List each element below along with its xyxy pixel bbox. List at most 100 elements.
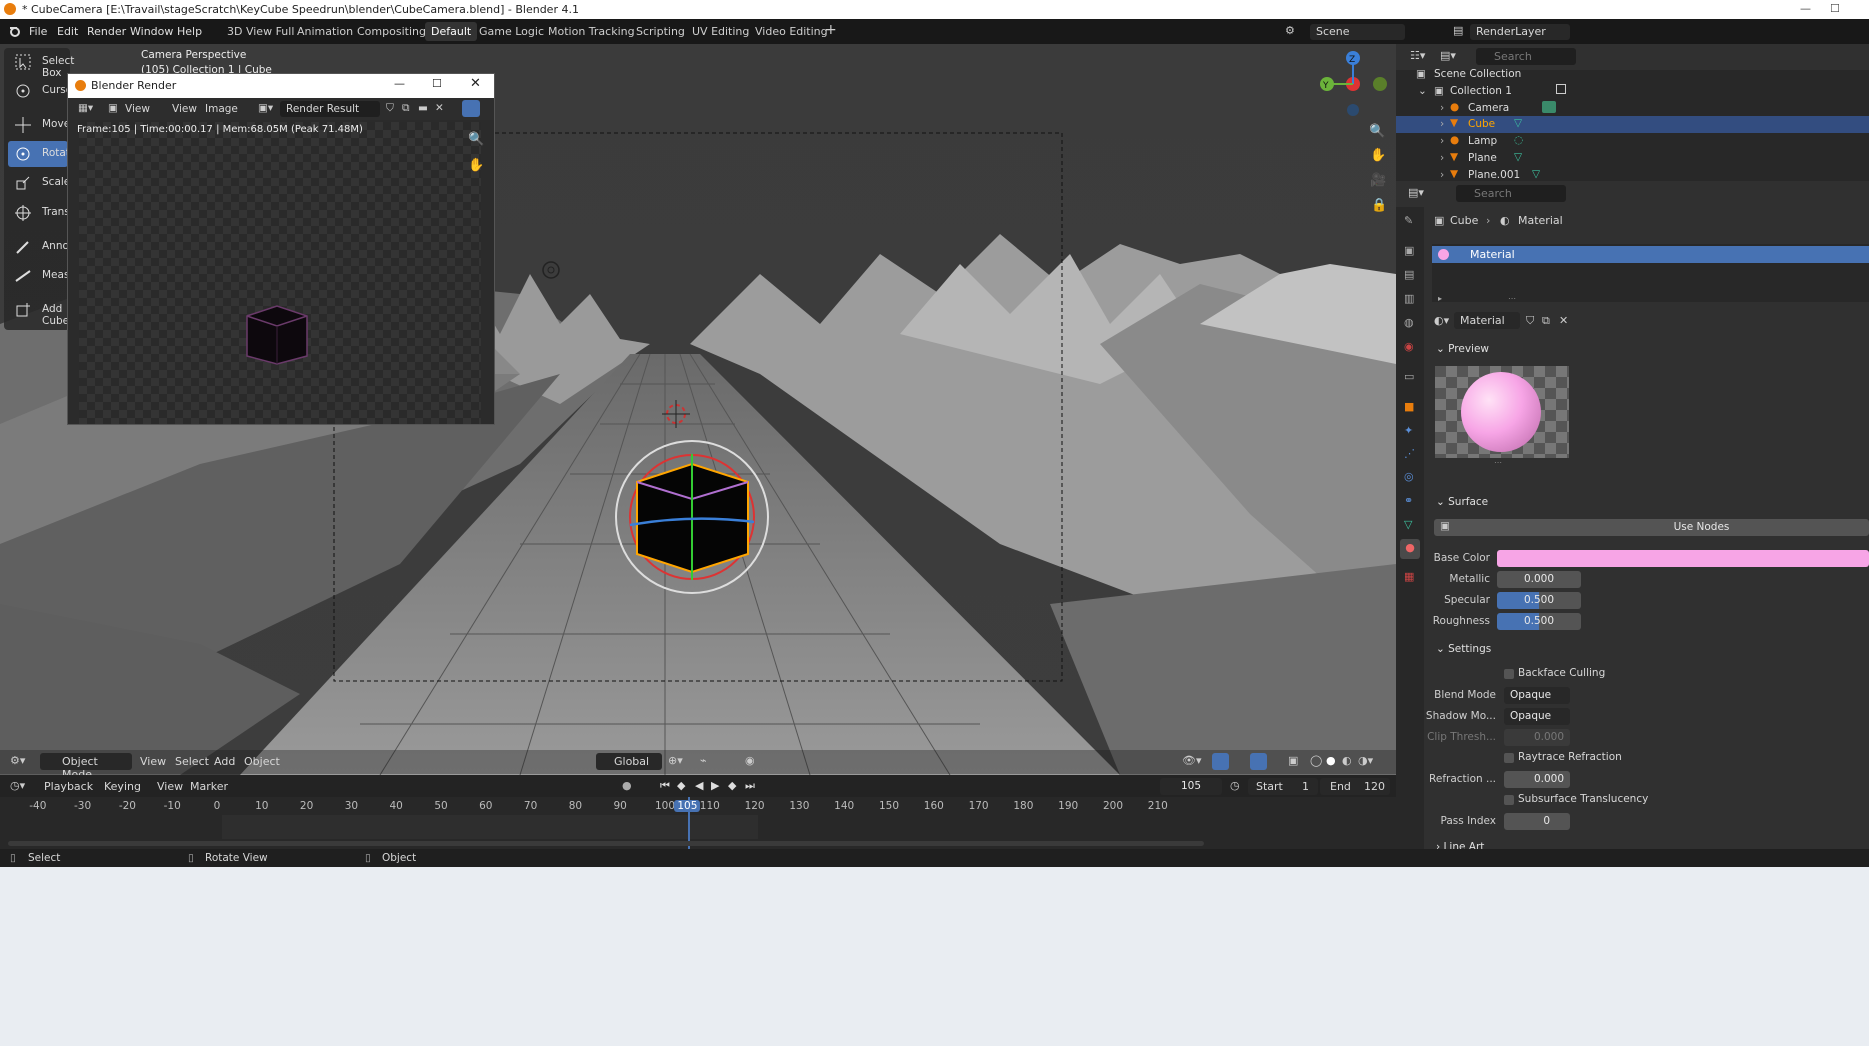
play-icon[interactable]: ▶ bbox=[711, 779, 719, 792]
next-keyframe-icon[interactable]: ◆ bbox=[728, 779, 736, 792]
constraints-tab-icon[interactable]: ⚭ bbox=[1404, 494, 1413, 507]
world-tab-icon[interactable]: ◉ bbox=[1404, 340, 1414, 353]
scene-tab-icon[interactable]: ◍ bbox=[1404, 316, 1414, 329]
tab-video-editing[interactable]: Video Editing bbox=[755, 25, 828, 38]
xray-icon[interactable]: ▣ bbox=[1288, 754, 1298, 767]
render-window[interactable]: Blender Render — ☐ ✕ ▦▾ ▣ View View Imag… bbox=[67, 73, 495, 425]
start-frame-field[interactable]: Start 1 bbox=[1248, 778, 1318, 795]
tool-tab-icon[interactable]: ✎ bbox=[1404, 214, 1413, 227]
minimize-icon[interactable]: — bbox=[394, 77, 405, 90]
expand-arrow-icon[interactable]: ▸ bbox=[1438, 294, 1442, 303]
tool-add-cube[interactable]: Add Cube bbox=[8, 297, 69, 327]
physics-tab-icon[interactable]: ◎ bbox=[1404, 470, 1414, 483]
menu-add[interactable]: Add bbox=[214, 755, 235, 768]
scene-icon[interactable]: ⚙ bbox=[1285, 24, 1295, 37]
jump-end-icon[interactable]: ⏭ bbox=[745, 779, 755, 793]
add-workspace-icon[interactable]: + bbox=[825, 22, 837, 38]
outliner-item-lamp[interactable]: › ● Lamp ◌ bbox=[1396, 133, 1869, 150]
tab-scripting[interactable]: Scripting bbox=[636, 25, 685, 38]
current-frame-field[interactable]: 105 bbox=[1160, 778, 1222, 795]
backface-culling-checkbox[interactable] bbox=[1504, 669, 1514, 679]
timeline-scrollbar[interactable] bbox=[8, 841, 1204, 846]
image-browse-icon[interactable]: ▣▾ bbox=[258, 102, 273, 114]
gizmo-toggle-icon[interactable] bbox=[1212, 753, 1229, 770]
outliner-item-camera[interactable]: › ● Camera bbox=[1396, 100, 1869, 117]
outliner-item-plane[interactable]: › ▼ Plane ▽ bbox=[1396, 150, 1869, 167]
record-icon[interactable]: ● bbox=[622, 779, 632, 792]
unlink-icon[interactable]: ✕ bbox=[1559, 314, 1568, 327]
preview-range-icon[interactable]: ◷ bbox=[1230, 779, 1240, 792]
subsurface-translucency-checkbox[interactable] bbox=[1504, 795, 1514, 805]
editor-type-icon[interactable]: ▤▾ bbox=[1408, 186, 1424, 199]
tool-move[interactable]: Move bbox=[8, 112, 70, 138]
chevron-down-icon[interactable]: ⌄ bbox=[1418, 85, 1427, 97]
end-frame-field[interactable]: End 120 bbox=[1320, 778, 1390, 795]
blend-mode-dropdown[interactable]: Opaque bbox=[1504, 687, 1570, 704]
menu-edit[interactable]: Edit bbox=[57, 25, 78, 38]
jump-start-icon[interactable]: ⏮ bbox=[660, 779, 670, 793]
raytrace-refraction-checkbox[interactable] bbox=[1504, 753, 1514, 763]
view-layer-selector[interactable]: RenderLayer bbox=[1470, 24, 1570, 40]
collection-tab-icon[interactable]: ▭ bbox=[1404, 370, 1414, 383]
mesh-data-icon[interactable]: ▽ bbox=[1532, 168, 1540, 180]
tab-animation[interactable]: Animation bbox=[297, 25, 353, 38]
menu-window[interactable]: Window bbox=[130, 25, 173, 38]
timeline[interactable]: ◷▾ Playback Keying View Marker ● ⏮ ◆ ◀ ▶… bbox=[0, 775, 1396, 849]
open-folder-icon[interactable]: ▬ bbox=[418, 102, 428, 114]
particles-tab-icon[interactable]: ⋰ bbox=[1404, 447, 1415, 460]
wireframe-shading-icon[interactable]: ◯ bbox=[1310, 754, 1322, 767]
menu-playback[interactable]: Playback bbox=[44, 780, 93, 793]
tool-annotate[interactable]: Annotate bbox=[8, 234, 90, 260]
menu-keying[interactable]: Keying bbox=[104, 780, 141, 793]
display-mode-icon[interactable]: ▤▾ bbox=[1440, 49, 1456, 62]
material-name-field[interactable]: Material bbox=[1454, 312, 1520, 329]
close-icon[interactable]: ✕ bbox=[470, 76, 481, 91]
scene-selector[interactable]: Scene bbox=[1310, 24, 1405, 40]
metallic-slider[interactable]: 0.000 bbox=[1497, 571, 1581, 588]
tab-default[interactable]: Default bbox=[425, 22, 478, 41]
fake-user-icon[interactable]: ⛉ bbox=[1526, 314, 1534, 328]
settings-panel-header[interactable]: ⌄ Settings bbox=[1436, 643, 1491, 655]
duplicate-icon[interactable]: ⧉ bbox=[1542, 314, 1550, 328]
solid-shading-icon[interactable]: ● bbox=[1326, 754, 1336, 767]
pass-index-field[interactable]: 0 bbox=[1504, 813, 1570, 830]
menu-view[interactable]: View bbox=[157, 780, 183, 793]
use-nodes-button[interactable]: ▣ Use Nodes bbox=[1434, 519, 1869, 536]
tool-scale[interactable]: Scale bbox=[8, 170, 70, 196]
menu-view[interactable]: View bbox=[140, 755, 166, 768]
view-layer-tab-icon[interactable]: ▥ bbox=[1404, 292, 1414, 305]
outliner-item-cube[interactable]: › ▼ Cube ▽ bbox=[1396, 116, 1869, 133]
drag-handle-icon[interactable]: ⋯ bbox=[1508, 294, 1516, 303]
modifier-tab-icon[interactable]: ✦ bbox=[1404, 424, 1413, 437]
menu-view[interactable]: View bbox=[172, 103, 197, 115]
mesh-data-icon[interactable]: ▽ bbox=[1514, 151, 1522, 163]
tool-select-box[interactable]: Select Box bbox=[8, 49, 74, 79]
tool-transform[interactable]: Transform bbox=[8, 200, 94, 226]
clock-icon[interactable]: ◷▾ bbox=[10, 779, 25, 792]
overlay-toggle-icon[interactable] bbox=[1250, 753, 1267, 770]
shadow-mode-dropdown[interactable]: Opaque bbox=[1504, 708, 1570, 725]
menu-marker[interactable]: Marker bbox=[190, 780, 228, 793]
zoom-icon[interactable]: 🔍 bbox=[468, 132, 484, 147]
material-shading-icon[interactable]: ◐ bbox=[1342, 754, 1352, 767]
maximize-icon[interactable]: ☐ bbox=[1830, 2, 1840, 15]
play-reverse-icon[interactable]: ◀ bbox=[695, 779, 703, 792]
render-window-titlebar[interactable]: Blender Render — ☐ ✕ bbox=[68, 74, 494, 98]
pivot-icon[interactable]: ⊕▾ bbox=[668, 754, 683, 767]
editor-type-icon[interactable]: ☷▾ bbox=[1410, 49, 1425, 62]
minimize-icon[interactable]: — bbox=[1800, 2, 1811, 15]
fake-user-icon[interactable]: ⛉ bbox=[386, 102, 394, 115]
light-data-icon[interactable]: ◌ bbox=[1514, 134, 1523, 146]
outliner-scene-collection[interactable]: ▣ Scene Collection bbox=[1396, 66, 1869, 83]
view-dropdown[interactable]: View bbox=[125, 103, 150, 115]
material-slot-row[interactable]: Material bbox=[1432, 246, 1869, 263]
lock-icon[interactable]: 🔒 bbox=[1371, 198, 1387, 213]
drag-handle-icon[interactable]: ⋯ bbox=[1494, 458, 1502, 467]
duplicate-icon[interactable]: ⧉ bbox=[402, 102, 410, 115]
tab-3d-view-full[interactable]: 3D View Full bbox=[227, 25, 294, 38]
object-tab-icon[interactable]: ■ bbox=[1404, 400, 1414, 413]
camera-view-icon[interactable]: 🎥 bbox=[1370, 173, 1386, 188]
object-mode-dropdown[interactable]: Object Mode bbox=[40, 753, 132, 781]
pan-hand-icon[interactable]: ✋ bbox=[468, 158, 484, 173]
data-tab-icon[interactable]: ▽ bbox=[1404, 518, 1412, 531]
